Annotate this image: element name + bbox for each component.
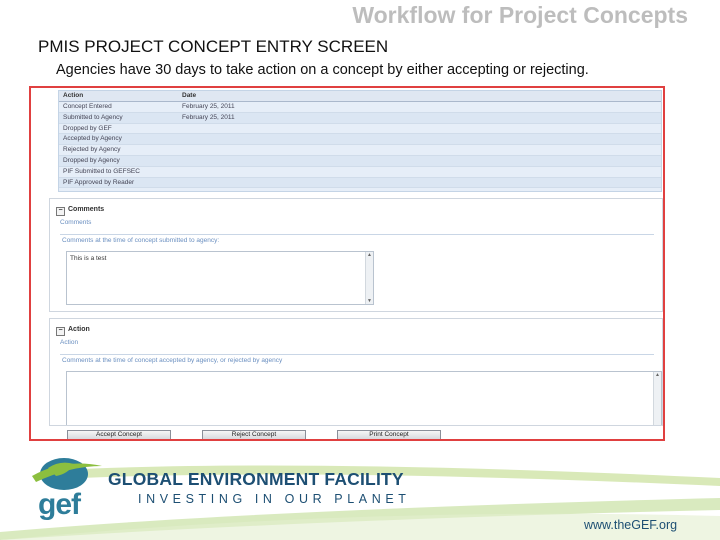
row-action: PIF Submitted to GEFSEC bbox=[63, 167, 140, 175]
row-action: Rejected by Agency bbox=[63, 146, 121, 154]
column-header-date: Date bbox=[182, 92, 197, 99]
status-table-header: Action Date bbox=[59, 91, 661, 102]
row-action: Concept Entered bbox=[63, 103, 112, 110]
table-row[interactable]: Rejected by Agency bbox=[59, 145, 661, 156]
comments-value: This is a test bbox=[70, 255, 107, 262]
table-row[interactable]: Dropped by GEF bbox=[59, 124, 661, 135]
table-row[interactable]: PIF Submitted to GEFSEC bbox=[59, 167, 661, 178]
comments-textarea[interactable]: This is a test ▲ ▼ bbox=[66, 251, 374, 305]
comments-panel: − Comments Comments Comments at the time … bbox=[49, 198, 663, 312]
organization-name: GLOBAL ENVIRONMENT FACILITY bbox=[108, 469, 404, 489]
action-scrollbar[interactable]: ▲ bbox=[653, 372, 661, 425]
collapse-icon[interactable]: − bbox=[56, 207, 65, 216]
row-date: February 25, 2011 bbox=[182, 103, 235, 110]
column-header-action: Action bbox=[63, 92, 84, 99]
action-panel: − Action Action Comments at the time of c… bbox=[49, 318, 663, 426]
table-row[interactable]: PIF Approved by Reader bbox=[59, 177, 661, 189]
table-row[interactable]: Concept Entered February 25, 2011 bbox=[59, 102, 661, 113]
organization-tagline: INVESTING IN OUR PLANET bbox=[138, 492, 411, 506]
collapse-icon[interactable]: − bbox=[56, 327, 65, 336]
row-action: Dropped by GEF bbox=[63, 124, 112, 132]
website-url[interactable]: www.theGEF.org bbox=[584, 518, 677, 532]
scroll-down-icon[interactable]: ▼ bbox=[366, 298, 373, 304]
comments-legend: Comments bbox=[60, 219, 92, 226]
print-concept-button[interactable]: Print Concept bbox=[337, 430, 441, 439]
action-sublabel: Comments at the time of concept accepted… bbox=[62, 357, 283, 364]
reject-concept-button[interactable]: Reject Concept bbox=[202, 430, 306, 439]
table-row[interactable]: Submitted to Agency February 25, 2011 bbox=[59, 112, 661, 124]
row-action: Submitted to Agency bbox=[63, 113, 123, 121]
table-row[interactable]: Accepted by Agency bbox=[59, 134, 661, 146]
slide-title: Workflow for Project Concepts bbox=[352, 2, 688, 28]
row-action: Dropped by Agency bbox=[63, 156, 120, 164]
divider bbox=[60, 354, 654, 355]
gef-logo-text: gef bbox=[38, 488, 81, 521]
row-date: February 25, 2011 bbox=[182, 113, 235, 121]
comments-scrollbar[interactable]: ▲ ▼ bbox=[365, 252, 373, 304]
comments-sublabel: Comments at the time of concept submitte… bbox=[62, 237, 220, 244]
scroll-up-icon[interactable]: ▲ bbox=[654, 372, 661, 378]
pmis-screenshot: Action Date Concept Entered February 25, … bbox=[29, 86, 665, 441]
comments-panel-header: − Comments bbox=[56, 206, 104, 216]
screen-title: PMIS PROJECT CONCEPT ENTRY SCREEN bbox=[38, 37, 389, 56]
table-row[interactable]: Dropped by Agency bbox=[59, 155, 661, 167]
row-action: PIF Approved by Reader bbox=[63, 178, 135, 186]
accept-concept-button[interactable]: Accept Concept bbox=[67, 430, 171, 439]
row-action: Accepted by Agency bbox=[63, 135, 122, 143]
status-table: Action Date Concept Entered February 25, … bbox=[58, 90, 662, 192]
action-textarea[interactable]: ▲ bbox=[66, 371, 662, 425]
slide-subtitle: Agencies have 30 days to take action on … bbox=[56, 62, 589, 78]
action-panel-title: Action bbox=[68, 326, 90, 333]
scroll-up-icon[interactable]: ▲ bbox=[366, 252, 373, 258]
action-panel-header: − Action bbox=[56, 326, 90, 336]
action-legend: Action bbox=[60, 339, 79, 346]
divider bbox=[60, 234, 654, 235]
comments-panel-title: Comments bbox=[68, 206, 105, 213]
